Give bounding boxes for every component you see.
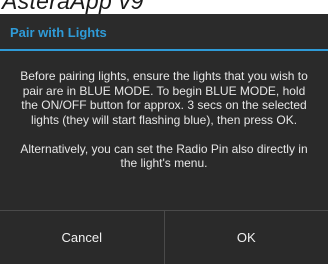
- ok-button[interactable]: OK: [164, 211, 328, 264]
- dialog-title: Pair with Lights: [10, 25, 107, 40]
- dialog-body: Before pairing lights, ensure the lights…: [0, 51, 328, 210]
- app-title-strip: AsteraApp v9: [0, 0, 328, 14]
- app-title: AsteraApp v9: [2, 0, 144, 14]
- dialog-header: Pair with Lights: [0, 14, 328, 49]
- dialog-button-bar: Cancel OK: [0, 210, 328, 264]
- cancel-button[interactable]: Cancel: [0, 211, 164, 264]
- dialog-message: Before pairing lights, ensure the lights…: [14, 69, 314, 171]
- pair-with-lights-dialog: Pair with Lights Before pairing lights, …: [0, 14, 328, 263]
